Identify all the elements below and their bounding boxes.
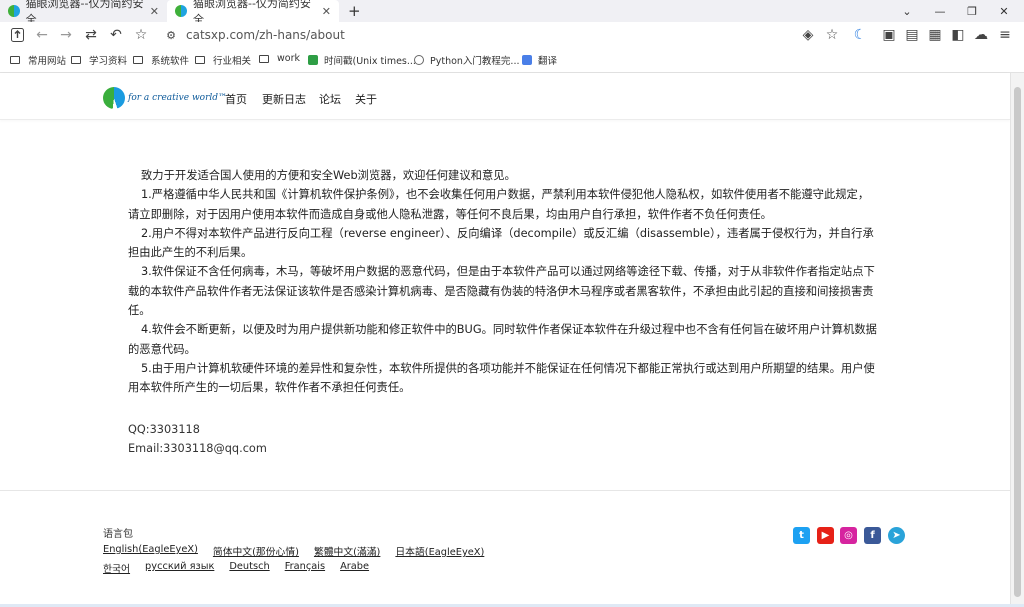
reader-icon[interactable]: ▤	[902, 25, 922, 45]
nav-about[interactable]: 关于	[355, 91, 377, 107]
lang-link[interactable]: 日本語(EagleEyeX)	[395, 544, 484, 558]
translate-icon	[522, 55, 532, 65]
web-page: for a creative world™ 首页 更新日志 论坛 关于 致力于开…	[0, 73, 1010, 607]
catsxp-logo-icon	[175, 5, 187, 17]
cloud-upload-icon[interactable]: ☁	[971, 25, 991, 45]
catsxp-logo-icon	[8, 5, 20, 17]
email-text: Email:3303118@qq.com	[128, 442, 267, 455]
folder-icon	[10, 56, 20, 64]
lang-link[interactable]: Français	[285, 561, 325, 575]
language-links-row-2: 한국어 русский язык Deutsch Français Arabe	[103, 561, 384, 575]
forward-arrow-icon[interactable]: →	[56, 25, 76, 45]
bookmark-folder[interactable]: 系统软件	[133, 53, 189, 67]
bookmark-link[interactable]: 翻译	[522, 53, 557, 67]
maximize-button[interactable]: ❐	[957, 0, 987, 22]
lang-link[interactable]: English(EagleEyeX)	[103, 544, 198, 558]
lang-link[interactable]: русский язык	[145, 561, 214, 575]
catsxp-logo-icon	[103, 87, 125, 109]
language-pack-title: 语言包	[103, 529, 133, 540]
reload-icon[interactable]: ⇄	[81, 25, 101, 45]
bookmark-link[interactable]: Python入门教程完...	[414, 53, 520, 67]
lang-link[interactable]: 简体中文(那份心情)	[213, 544, 299, 558]
tab-list-button[interactable]: ⌄	[892, 0, 922, 22]
bookmark-folder[interactable]: work	[259, 53, 300, 64]
contact-info: QQ:3303118 Email:3303118@qq.com	[128, 420, 267, 458]
bookmark-folder[interactable]: 常用网站	[10, 53, 66, 67]
folder-icon	[195, 56, 205, 64]
bookmark-folder[interactable]: 学习资料	[71, 53, 127, 67]
facebook-icon[interactable]: f	[864, 527, 881, 544]
extension-icon[interactable]: ◈	[798, 25, 818, 45]
scrollbar-thumb[interactable]	[1014, 87, 1021, 597]
youtube-icon[interactable]: ▶	[817, 527, 834, 544]
twitter-icon[interactable]: t	[793, 527, 810, 544]
bookmark-folder[interactable]: 行业相关	[195, 53, 251, 67]
split-view-icon[interactable]: ◧	[948, 25, 968, 45]
folder-icon	[71, 56, 81, 64]
globe-icon	[414, 55, 424, 65]
bookmark-label: work	[277, 53, 300, 64]
terms-paragraph: 2.用户不得对本软件产品进行反向工程（reverse engineer）、反向编…	[128, 226, 874, 260]
folder-icon	[133, 56, 143, 64]
navigation-toolbar: ← → ⇄ ↶ ☆ ⚙ catsxp.com/zh-hans/about ◈ ☆…	[0, 22, 1024, 48]
instagram-icon[interactable]: ◎	[840, 527, 857, 544]
window-close-button[interactable]: ✕	[989, 0, 1019, 22]
bookmark-label: 翻译	[538, 56, 558, 67]
intro-paragraph: 致力于开发适合国人使用的方便和安全Web浏览器，欢迎任何建议和意见。	[141, 169, 516, 182]
undo-icon[interactable]: ↶	[106, 25, 126, 45]
minimize-button[interactable]: —	[925, 0, 955, 22]
lang-link[interactable]: Arabe	[340, 561, 369, 575]
close-icon[interactable]: ✕	[150, 5, 159, 18]
bookmark-label: 时间戳(Unix times...	[324, 56, 416, 67]
terms-paragraph: 3.软件保证不含任何病毒，木马，等破坏用户数据的恶意代码，但是由于本软件产品可以…	[128, 265, 875, 318]
bookmark-label: 行业相关	[213, 56, 252, 67]
bookmark-label: 学习资料	[89, 56, 128, 67]
site-info-icon[interactable]: ⚙	[161, 25, 181, 45]
bookmark-label: Python入门教程完...	[430, 56, 520, 67]
apps-grid-icon[interactable]: ▦	[925, 25, 945, 45]
bookmarks-bar: 常用网站 学习资料 系统软件 行业相关 work 时间戳(Unix times.…	[0, 48, 1024, 73]
vertical-scrollbar[interactable]	[1010, 73, 1024, 607]
dark-mode-moon-icon[interactable]: ☾	[850, 25, 870, 45]
bookmark-label: 常用网站	[28, 56, 67, 67]
new-tab-button[interactable]: +	[348, 2, 361, 20]
lang-link[interactable]: 한국어	[103, 561, 130, 575]
nav-changelog[interactable]: 更新日志	[262, 91, 306, 107]
bookmark-label: 系统软件	[151, 56, 190, 67]
tab-strip: 猫眼浏览器--仅为简约安全 ✕ 猫眼浏览器--仅为简约安全 ✕ + ⌄ — ❐ …	[0, 0, 1024, 26]
terms-paragraph: 1.严格遵循中华人民共和国《计算机软件保护条例》，也不会收集任何用户数据，严禁利…	[128, 188, 870, 221]
bookmark-link[interactable]: 时间戳(Unix times...	[308, 53, 416, 67]
terms-paragraph: 5.由于用户计算机软硬件环境的差异性和复杂性，本软件所提供的各项功能并不能保证在…	[128, 361, 875, 395]
lang-link[interactable]: 繁體中文(滿滿)	[314, 544, 380, 558]
address-bar[interactable]: catsxp.com/zh-hans/about	[186, 28, 345, 42]
site-logo[interactable]: for a creative world™	[103, 87, 227, 109]
favorite-star-icon[interactable]: ☆	[822, 25, 842, 45]
timestamp-site-icon	[308, 55, 318, 65]
terms-paragraph: 4.软件会不断更新，以便及时为用户提供新功能和修正软件中的BUG。同时软件作者保…	[128, 323, 877, 356]
menu-icon[interactable]: ≡	[995, 25, 1015, 45]
screenshot-icon[interactable]: ▣	[879, 25, 899, 45]
qq-text: QQ:3303118	[128, 423, 200, 436]
nav-home[interactable]: 首页	[225, 91, 247, 107]
site-header: for a creative world™ 首页 更新日志 论坛 关于	[0, 73, 1010, 120]
bookmark-star-icon[interactable]: ☆	[131, 25, 151, 45]
footer-divider	[0, 490, 1010, 491]
telegram-icon[interactable]: ➤	[888, 527, 905, 544]
tab-1[interactable]: 猫眼浏览器--仅为简约安全 ✕	[0, 0, 167, 26]
close-icon[interactable]: ✕	[322, 5, 331, 18]
language-links-row-1: English(EagleEyeX) 简体中文(那份心情) 繁體中文(滿滿) 日…	[103, 544, 499, 558]
about-content: 致力于开发适合国人使用的方便和安全Web浏览器，欢迎任何建议和意见。 1.严格遵…	[128, 166, 880, 398]
logo-slogan: for a creative world™	[128, 93, 228, 103]
lang-link[interactable]: Deutsch	[229, 561, 269, 575]
tab-2-active[interactable]: 猫眼浏览器--仅为简约安全 ✕	[167, 0, 339, 26]
back-arrow-icon[interactable]: ←	[32, 25, 52, 45]
nav-forum[interactable]: 论坛	[319, 91, 341, 107]
sidebar-toggle-icon[interactable]	[7, 25, 27, 45]
folder-icon	[259, 54, 269, 63]
